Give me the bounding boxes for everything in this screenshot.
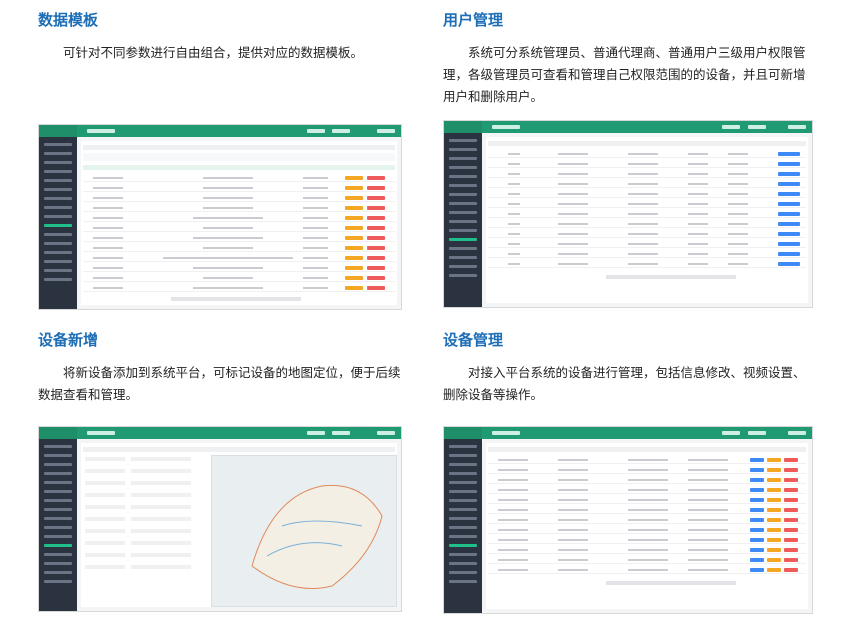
screenshot-device-management [443,426,813,614]
sidebar-logo [39,427,77,439]
topbar [77,125,401,137]
pagination[interactable] [606,581,736,585]
section-description: 可针对不同参数进行自由组合，提供对应的数据模板。 [63,45,364,60]
section-title: 设备管理 [443,331,504,349]
section-title: 数据模板 [38,11,99,29]
section-data-template: 数据模板 可针对不同参数进行自由组合，提供对应的数据模板。 [38,10,408,64]
section-title: 用户管理 [443,11,504,29]
pagination[interactable] [171,297,301,301]
sidebar [444,121,482,307]
main-panel [81,443,397,607]
section-description: 对接入平台系统的设备进行管理，包括信息修改、视频设置、删除设备等操作。 [443,365,806,402]
map-view[interactable] [211,455,397,607]
topbar [482,427,812,439]
map-outline-icon [251,484,383,589]
section-device-add: 设备新增 将新设备添加到系统平台，可标记设备的地图定位，便于后续数据查看和管理。 [38,330,408,406]
section-user-management: 用户管理 系统可分系统管理员、普通代理商、普通用户三级用户权限管理，各级管理员可… [443,10,813,108]
pagination[interactable] [606,275,736,279]
sidebar-logo [444,427,482,439]
screenshot-device-add [38,426,402,612]
sidebar-logo [444,121,482,133]
topbar [77,427,401,439]
section-title: 设备新增 [38,331,99,349]
sidebar [444,427,482,613]
section-description: 将新设备添加到系统平台，可标记设备的地图定位，便于后续数据查看和管理。 [38,365,401,402]
main-panel [486,137,808,303]
sidebar-logo [39,125,77,137]
main-panel [81,141,397,305]
sidebar [39,125,77,309]
section-description: 系统可分系统管理员、普通代理商、普通用户三级用户权限管理，各级管理员可查看和管理… [443,45,806,104]
section-device-management: 设备管理 对接入平台系统的设备进行管理，包括信息修改、视频设置、删除设备等操作。 [443,330,813,406]
screenshot-data-template [38,124,402,310]
screenshot-user-management [443,120,813,308]
sidebar [39,427,77,611]
topbar [482,121,812,133]
main-panel [486,443,808,609]
